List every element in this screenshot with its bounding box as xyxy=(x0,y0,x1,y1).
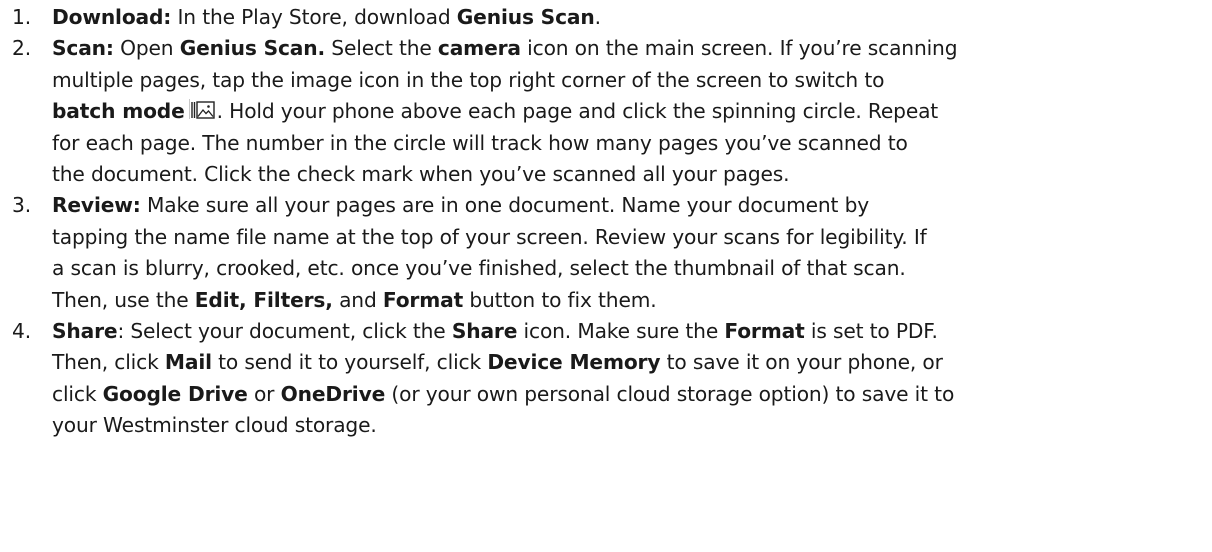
step-line: for each page. The number in the circle … xyxy=(52,128,1204,159)
step-text: Make sure all your pages are in one docu… xyxy=(140,193,870,218)
step-download: 1. Download: In the Play Store, download… xyxy=(12,2,1204,33)
step-line: tapping the name file name at the top of… xyxy=(52,222,1204,253)
step-text: and xyxy=(332,287,383,312)
steps-list: 1. Download: In the Play Store, download… xyxy=(12,2,1204,442)
step-text: tapping the name file name at the top of… xyxy=(52,224,927,249)
step-share: 4. Share: Select your document, click th… xyxy=(12,316,1204,442)
step-text: to send it to yourself, click xyxy=(211,350,488,375)
step-title: Share xyxy=(52,319,118,344)
device-memory-term: Device Memory xyxy=(487,350,661,375)
step-title: Download: xyxy=(52,5,172,29)
step-text: . Hold your phone above each page and cl… xyxy=(216,99,939,124)
step-text: is set to PDF. xyxy=(804,319,938,344)
edit-filters-term: Edit, Filters, xyxy=(194,287,333,312)
google-drive-term: Google Drive xyxy=(102,381,248,406)
step-line: Download: In the Play Store, download Ge… xyxy=(52,2,1204,33)
step-review: 3. Review: Make sure all your pages are … xyxy=(12,190,1204,316)
step-line: batch mode . Hold your phone above each … xyxy=(52,96,1204,127)
step-line: Then, use the Edit, Filters, and Format … xyxy=(52,285,1204,316)
mail-term: Mail xyxy=(164,350,212,375)
onedrive-term: OneDrive xyxy=(280,381,386,406)
step-line: Review: Make sure all your pages are in … xyxy=(52,190,1204,221)
step-text: button to fix them. xyxy=(463,287,657,312)
format-term: Format xyxy=(724,319,805,344)
step-text: Then, use the xyxy=(52,287,195,312)
step-text: the document. Click the check mark when … xyxy=(52,162,790,187)
step-text: Then, click xyxy=(52,350,165,375)
step-text: In the Play Store, download xyxy=(171,5,457,29)
step-text: (or your own personal cloud storage opti… xyxy=(385,381,955,406)
app-name: Genius Scan. xyxy=(179,36,326,61)
step-title: Scan: xyxy=(52,36,114,61)
app-name: Genius Scan xyxy=(456,5,595,29)
step-text: to save it on your phone, or xyxy=(660,350,943,375)
step-line: Scan: Open Genius Scan. Select the camer… xyxy=(52,33,1204,64)
step-text: icon on the main screen. If you’re scann… xyxy=(520,36,958,61)
batch-mode-image-icon xyxy=(186,99,217,122)
step-number: 1. xyxy=(12,5,31,29)
step-text: : Select your document, click the xyxy=(117,319,452,344)
step-title: Review: xyxy=(52,193,141,218)
step-text: . xyxy=(594,5,601,29)
step-text: Open xyxy=(113,36,180,61)
step-number: 2. xyxy=(12,36,31,61)
step-text: Select the xyxy=(325,36,438,61)
batch-mode-term: batch mode xyxy=(52,99,185,124)
step-line: multiple pages, tap the image icon in th… xyxy=(52,65,1204,96)
step-line: Then, click Mail to send it to yourself,… xyxy=(52,347,1204,378)
step-scan: 2. Scan: Open Genius Scan. Select the ca… xyxy=(12,33,1204,190)
step-text: multiple pages, tap the image icon in th… xyxy=(52,67,885,92)
step-line: Share: Select your document, click the S… xyxy=(52,316,1204,347)
instructions-page: 1. Download: In the Play Store, download… xyxy=(0,0,1212,552)
step-text: for each page. The number in the circle … xyxy=(52,130,908,155)
share-term: Share xyxy=(451,319,518,344)
step-line: a scan is blurry, crooked, etc. once you… xyxy=(52,253,1204,284)
step-number: 3. xyxy=(12,193,31,218)
step-text: your Westminster cloud storage. xyxy=(52,413,377,438)
step-text: or xyxy=(247,381,281,406)
step-text: click xyxy=(52,381,103,406)
step-text: a scan is blurry, crooked, etc. once you… xyxy=(52,256,906,281)
step-line: click Google Drive or OneDrive (or your … xyxy=(52,379,1204,410)
camera-term: camera xyxy=(437,36,521,61)
step-line: your Westminster cloud storage. xyxy=(52,410,1204,441)
format-term: Format xyxy=(382,287,464,312)
step-text: icon. Make sure the xyxy=(517,319,725,344)
step-line: the document. Click the check mark when … xyxy=(52,159,1204,190)
step-number: 4. xyxy=(12,319,31,344)
